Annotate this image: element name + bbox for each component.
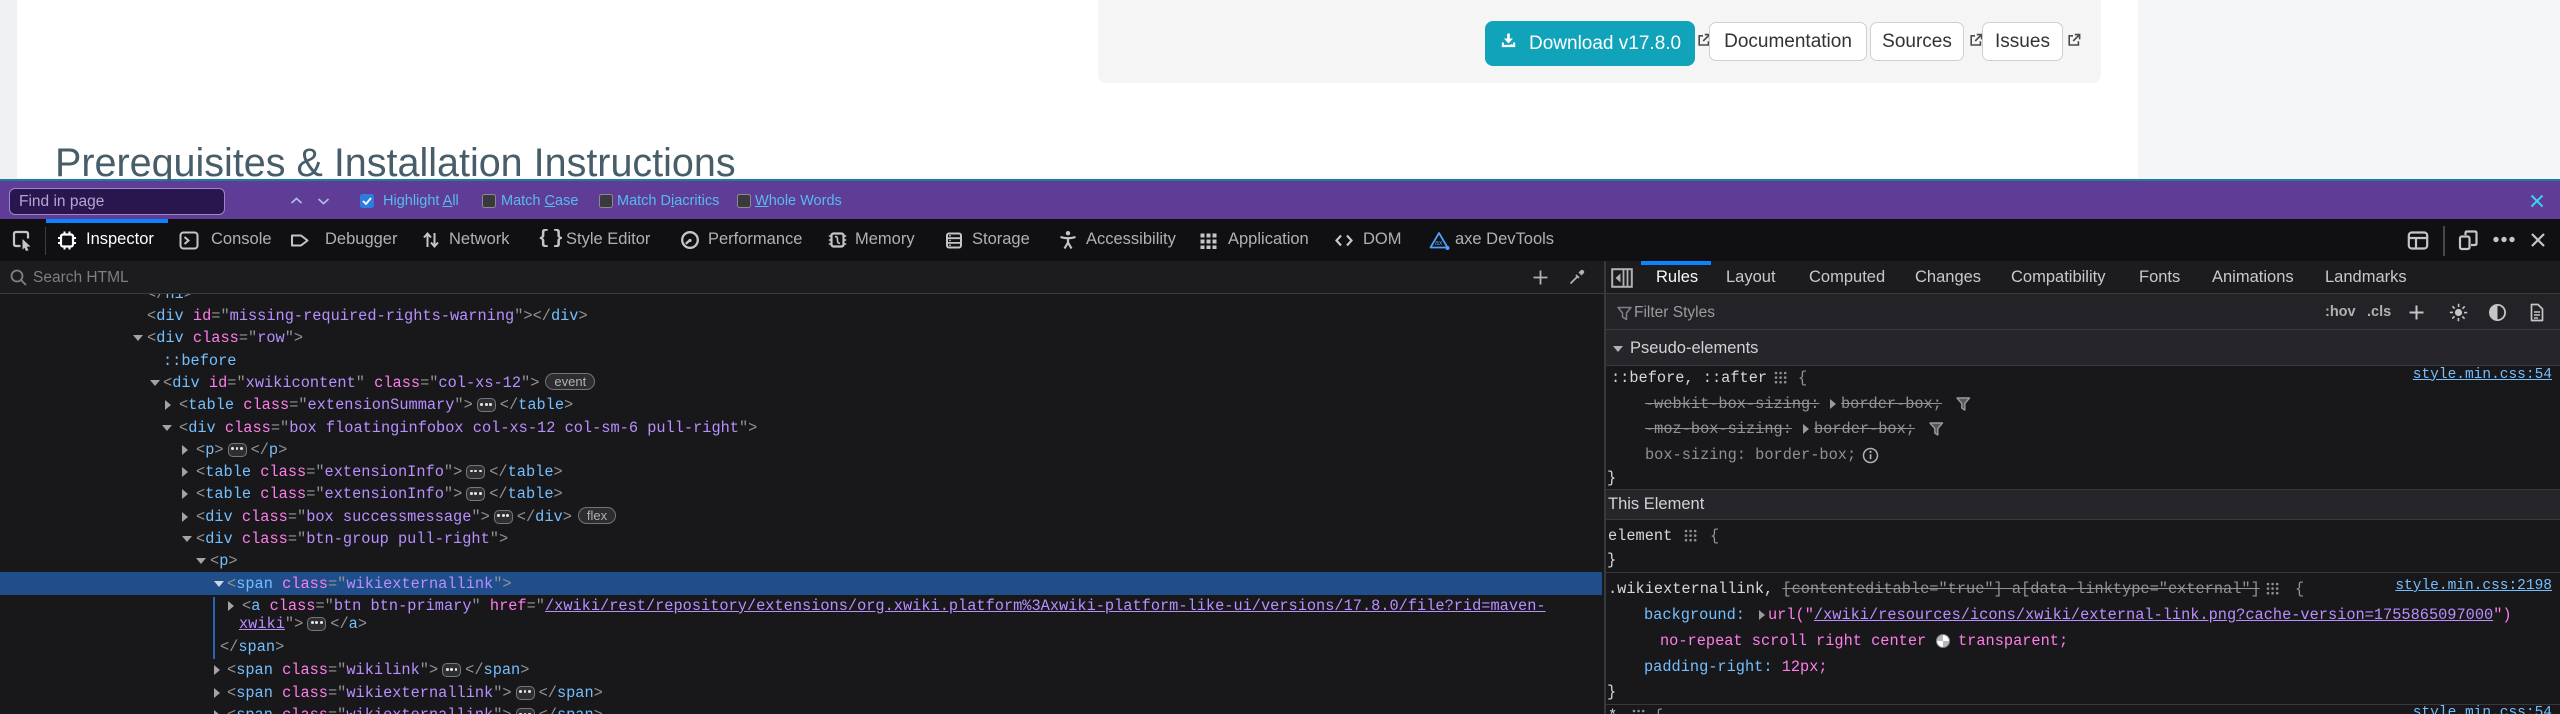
svg-text:ax: ax <box>1435 240 1443 247</box>
